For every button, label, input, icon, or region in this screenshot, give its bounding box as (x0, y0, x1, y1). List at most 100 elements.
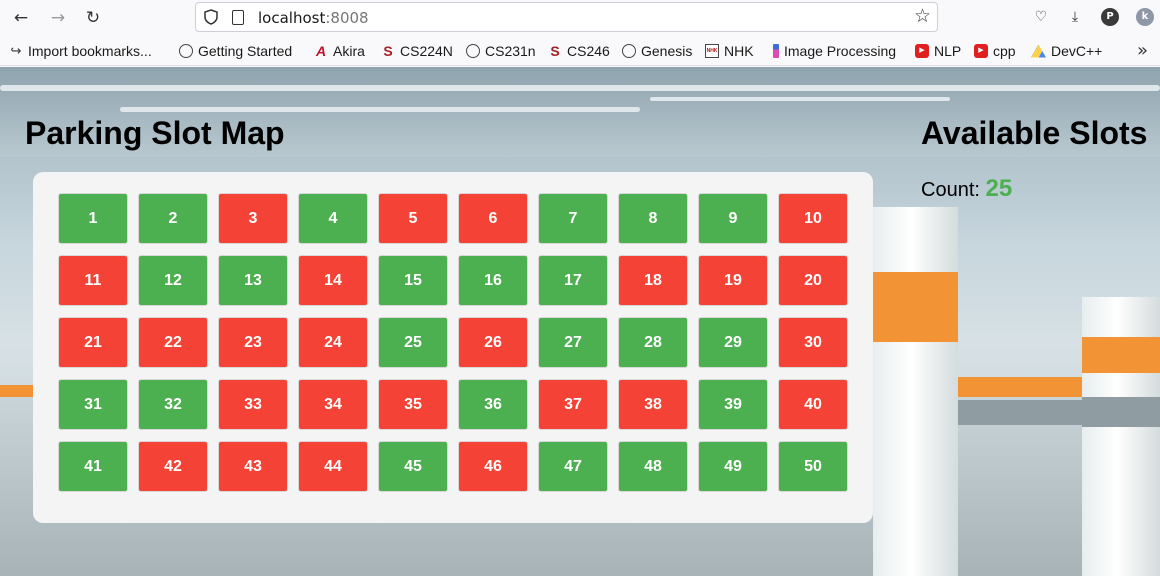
parking-slot[interactable]: 8 (618, 193, 688, 244)
parking-slot[interactable]: 39 (698, 379, 768, 430)
parking-slot[interactable]: 36 (458, 379, 528, 430)
bookmark-label: DevC++ (1051, 43, 1103, 59)
parking-slot[interactable]: 28 (618, 317, 688, 368)
parking-slot[interactable]: 26 (458, 317, 528, 368)
bookmark-cs231n[interactable]: CS231n (466, 42, 536, 60)
parking-slot[interactable]: 6 (458, 193, 528, 244)
parking-slot[interactable]: 31 (58, 379, 128, 430)
bookmark-label: CS231n (485, 43, 536, 59)
stanford-icon: S (550, 43, 560, 59)
parking-slot[interactable]: 3 (218, 193, 288, 244)
background-stripe (873, 272, 958, 342)
parking-slot[interactable]: 45 (378, 441, 448, 492)
parking-slot[interactable]: 42 (138, 441, 208, 492)
bookmark-cs246[interactable]: S CS246 (548, 42, 609, 60)
parking-slot[interactable]: 18 (618, 255, 688, 306)
bookmark-label: CS224N (400, 43, 453, 59)
parking-slot[interactable]: 47 (538, 441, 608, 492)
pocket-icon[interactable]: ♡ (1030, 6, 1052, 28)
bookmark-cpp[interactable]: ▶ cpp (974, 42, 1016, 60)
parking-slot[interactable]: 41 (58, 441, 128, 492)
parking-slot[interactable]: 49 (698, 441, 768, 492)
parking-slot[interactable]: 15 (378, 255, 448, 306)
address-bar[interactable]: localhost:8008 ☆ (195, 2, 938, 32)
google-drive-icon (1031, 44, 1046, 58)
bookmarks-toolbar: ↪ Import bookmarks... Getting Started A Ak… (0, 36, 1160, 66)
page-title: Parking Slot Map (25, 115, 285, 151)
background-pipe (120, 107, 640, 112)
akira-icon: A (315, 43, 327, 59)
forward-arrow-icon[interactable]: → (45, 6, 71, 30)
parking-slot[interactable]: 5 (378, 193, 448, 244)
globe-icon (466, 44, 480, 58)
youtube-icon: ▶ (915, 44, 929, 58)
count-label: Count: (921, 179, 980, 201)
parking-slot[interactable]: 30 (778, 317, 848, 368)
parking-slot[interactable]: 14 (298, 255, 368, 306)
background-stripe (1082, 337, 1160, 373)
page-info-icon[interactable] (232, 10, 244, 25)
parking-slot[interactable]: 2 (138, 193, 208, 244)
parking-slot[interactable]: 38 (618, 379, 688, 430)
extension-icon[interactable]: k (1136, 8, 1154, 26)
back-arrow-icon[interactable]: ← (8, 6, 34, 30)
bookmark-devcpp[interactable]: DevC++ (1031, 42, 1102, 60)
parking-slot[interactable]: 27 (538, 317, 608, 368)
parking-slot[interactable]: 17 (538, 255, 608, 306)
import-icon: ↪ (10, 43, 22, 58)
parking-slot[interactable]: 19 (698, 255, 768, 306)
page-viewport: Parking Slot Map 1 2 3 4 5 6 7 8 9 10 11 12 13 14 15 16… (0, 67, 1160, 576)
available-count: Count: 25 (921, 175, 1012, 203)
bookmark-label: Genesis (641, 43, 693, 59)
parking-slot[interactable]: 44 (298, 441, 368, 492)
parking-slot[interactable]: 46 (458, 441, 528, 492)
parking-slot[interactable]: 10 (778, 193, 848, 244)
parking-slot[interactable]: 1 (58, 193, 128, 244)
parking-slot[interactable]: 37 (538, 379, 608, 430)
parking-slot[interactable]: 11 (58, 255, 128, 306)
bookmark-image-processing[interactable]: Image Processing (773, 42, 896, 60)
parking-slot[interactable]: 32 (138, 379, 208, 430)
download-icon[interactable]: ⤓ (1064, 6, 1086, 28)
count-value: 25 (985, 175, 1013, 202)
parking-slot[interactable]: 20 (778, 255, 848, 306)
parking-slot[interactable]: 13 (218, 255, 288, 306)
parking-slot[interactable]: 29 (698, 317, 768, 368)
youtube-icon: ▶ (974, 44, 988, 58)
parking-slot[interactable]: 12 (138, 255, 208, 306)
shield-icon[interactable] (204, 9, 218, 25)
parking-slot[interactable]: 48 (618, 441, 688, 492)
parking-slot[interactable]: 4 (298, 193, 368, 244)
available-slots-title: Available Slots (921, 115, 1148, 151)
profile-avatar[interactable]: P (1101, 8, 1119, 26)
bookmark-cs224n[interactable]: S CS224N (381, 42, 453, 60)
parking-slot[interactable]: 16 (458, 255, 528, 306)
bookmark-star-icon[interactable]: ☆ (914, 5, 931, 27)
parking-slot[interactable]: 40 (778, 379, 848, 430)
bookmark-import[interactable]: ↪ Import bookmarks... (9, 42, 152, 60)
bookmark-genesis[interactable]: Genesis (622, 42, 692, 60)
bookmark-nhk[interactable]: NHK NHK (705, 42, 754, 60)
bookmark-nlp[interactable]: ▶ NLP (915, 42, 961, 60)
bookmark-akira[interactable]: A Akira (314, 42, 365, 60)
background-pillar (873, 207, 958, 576)
parking-slot[interactable]: 34 (298, 379, 368, 430)
parking-slot[interactable]: 35 (378, 379, 448, 430)
parking-slot[interactable]: 23 (218, 317, 288, 368)
url-text[interactable]: localhost:8008 (258, 9, 369, 27)
background-stripe (958, 377, 1082, 397)
bookmark-getting-started[interactable]: Getting Started (179, 42, 292, 60)
parking-slot[interactable]: 22 (138, 317, 208, 368)
parking-slot[interactable]: 25 (378, 317, 448, 368)
stanford-icon: S (383, 43, 393, 59)
parking-slot[interactable]: 7 (538, 193, 608, 244)
parking-slot[interactable]: 33 (218, 379, 288, 430)
parking-slot[interactable]: 9 (698, 193, 768, 244)
parking-map-panel: 1 2 3 4 5 6 7 8 9 10 11 12 13 14 15 16 17 18 19 20 21 22 23 24 2… (33, 172, 873, 523)
parking-slot[interactable]: 21 (58, 317, 128, 368)
parking-slot[interactable]: 24 (298, 317, 368, 368)
parking-slot[interactable]: 43 (218, 441, 288, 492)
reload-icon[interactable]: ↻ (80, 6, 106, 30)
chevron-more-icon[interactable]: » (1137, 40, 1148, 61)
parking-slot[interactable]: 50 (778, 441, 848, 492)
